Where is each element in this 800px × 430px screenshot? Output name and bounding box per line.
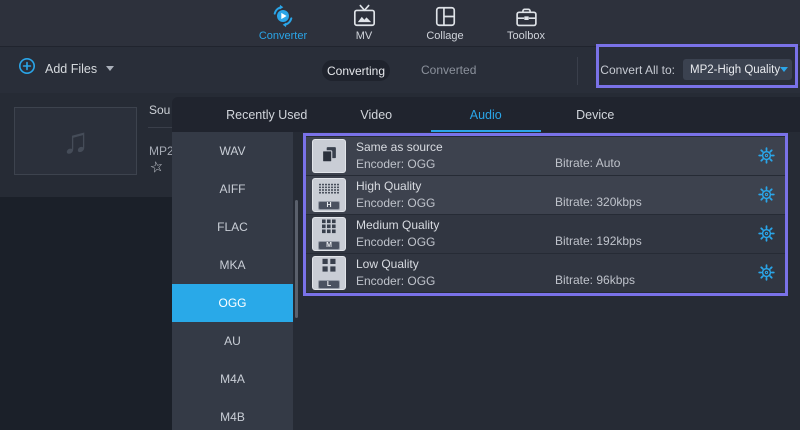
chevron-down-icon xyxy=(780,67,788,72)
tile-glyph xyxy=(318,143,340,170)
format-label: AIFF xyxy=(220,182,246,196)
format-label: MKA xyxy=(219,258,245,272)
convert-all-value: MP2-High Quality xyxy=(690,64,780,76)
collage-icon xyxy=(432,3,458,29)
format-wav[interactable]: WAV xyxy=(172,132,293,170)
top-nav-tabs: Converter MV Collage Toolbox xyxy=(256,3,553,42)
converter-icon xyxy=(270,3,296,29)
format-flac[interactable]: FLAC xyxy=(172,208,293,246)
format-label: OGG xyxy=(218,296,246,310)
quality-badge: L xyxy=(318,280,340,289)
preset-bitrate: Bitrate: Auto xyxy=(555,156,620,170)
sidebar-scrollbar[interactable] xyxy=(295,200,298,318)
settings-gear-icon[interactable] xyxy=(758,264,775,281)
preset-row-same-as-source[interactable]: Same as source Encoder: OGG Bitrate: Auto xyxy=(306,137,785,175)
settings-gear-icon[interactable] xyxy=(758,225,775,242)
preset-name: High Quality xyxy=(356,179,435,193)
preset-texts: Medium Quality Encoder: OGG xyxy=(356,218,439,249)
panel-tab-label: Device xyxy=(576,108,614,122)
nav-tab-label: Toolbox xyxy=(507,30,545,42)
preset-encoder: Encoder: OGG xyxy=(356,196,435,210)
format-panel-header: Recently Used Video Audio Device xyxy=(172,97,800,132)
quality-badge: M xyxy=(318,241,340,250)
preset-texts: High Quality Encoder: OGG xyxy=(356,179,435,210)
format-au[interactable]: AU xyxy=(172,322,293,360)
preset-texts: Same as source Encoder: OGG xyxy=(356,140,443,171)
tab-converted[interactable]: Converted xyxy=(421,63,476,77)
top-nav: Converter MV Collage Toolbox xyxy=(0,0,800,47)
nav-tab-mv[interactable]: MV xyxy=(337,3,391,42)
preset-encoder: Encoder: OGG xyxy=(356,274,435,288)
file-thumbnail[interactable]: ♫ xyxy=(14,107,137,175)
panel-tab-label: Video xyxy=(360,108,392,122)
preset-name: Low Quality xyxy=(356,257,435,271)
mv-icon xyxy=(351,3,377,29)
preset-texts: Low Quality Encoder: OGG xyxy=(356,257,435,288)
add-files-label: Add Files xyxy=(45,62,97,76)
quality-badge: H xyxy=(318,201,340,210)
nav-tab-label: Collage xyxy=(426,30,463,42)
format-label: M4A xyxy=(220,372,245,386)
panel-tab-label: Recently Used xyxy=(226,108,307,122)
format-label: AU xyxy=(224,334,241,348)
format-panel-tabs: Recently Used Video Audio Device xyxy=(212,97,650,132)
convert-all-group: Convert All to: MP2-High Quality xyxy=(600,59,792,80)
file-title: Sou xyxy=(149,103,170,117)
tab-device[interactable]: Device xyxy=(541,97,651,132)
tab-converting[interactable]: Converting xyxy=(322,60,390,81)
convert-all-label: Convert All to: xyxy=(600,63,675,77)
nav-tab-toolbox[interactable]: Toolbox xyxy=(499,3,553,42)
preset-bitrate: Bitrate: 192kbps xyxy=(555,234,642,248)
format-m4a[interactable]: M4A xyxy=(172,360,293,398)
nav-tab-collage[interactable]: Collage xyxy=(418,3,472,42)
convert-all-dropdown[interactable]: MP2-High Quality xyxy=(683,59,792,80)
converting-label: Converting xyxy=(327,64,385,78)
preset-list: Same as source Encoder: OGG Bitrate: Auto H… xyxy=(303,133,788,296)
nav-tab-label: Converter xyxy=(259,30,307,42)
pages-icon xyxy=(312,139,346,173)
add-files-button[interactable]: Add Files xyxy=(18,57,114,80)
grid-medium-icon: M xyxy=(312,217,346,251)
settings-gear-icon[interactable] xyxy=(758,186,775,203)
preset-row-medium-quality[interactable]: M Medium Quality Encoder: OGG Bitrate: 192k… xyxy=(306,215,785,253)
panel-tab-label: Audio xyxy=(470,108,502,122)
preset-encoder: Encoder: OGG xyxy=(356,157,443,171)
preset-encoder: Encoder: OGG xyxy=(356,235,439,249)
format-ogg[interactable]: OGG xyxy=(172,284,293,322)
add-plus-icon xyxy=(18,57,36,80)
preset-bitrate: Bitrate: 320kbps xyxy=(555,195,642,209)
format-label: WAV xyxy=(220,144,246,158)
toolbar: Add Files Converting Converted Convert A… xyxy=(0,47,800,93)
preset-row-high-quality[interactable]: H High Quality Encoder: OGG Bitrate: 320kbp… xyxy=(306,176,785,214)
tab-recently-used[interactable]: Recently Used xyxy=(212,97,322,132)
format-label: FLAC xyxy=(217,220,248,234)
preset-bitrate: Bitrate: 96kbps xyxy=(555,273,635,287)
format-mka[interactable]: MKA xyxy=(172,246,293,284)
grid-low-icon: L xyxy=(312,256,346,290)
preset-name: Medium Quality xyxy=(356,218,439,232)
settings-gear-icon[interactable] xyxy=(758,147,775,164)
music-note-icon: ♫ xyxy=(62,123,89,159)
nav-tab-converter[interactable]: Converter xyxy=(256,3,310,42)
format-sidebar: WAV AIFF FLAC MKA OGG AU M4A M4B xyxy=(172,132,293,430)
nav-tab-label: MV xyxy=(356,30,373,42)
app-window: Converter MV Collage Toolbox Add Files Conv… xyxy=(0,0,800,430)
chevron-down-icon xyxy=(106,66,114,71)
preset-row-low-quality[interactable]: L Low Quality Encoder: OGG Bitrate: 96kbps xyxy=(306,254,785,292)
tile-glyph xyxy=(321,258,337,278)
format-label: M4B xyxy=(220,410,245,424)
format-m4b[interactable]: M4B xyxy=(172,398,293,430)
toolbox-icon xyxy=(513,3,539,29)
preset-name: Same as source xyxy=(356,140,443,154)
tab-audio[interactable]: Audio xyxy=(431,97,541,132)
tile-glyph xyxy=(321,219,337,239)
grid-dense-icon: H xyxy=(312,178,346,212)
toolbar-divider xyxy=(577,57,578,85)
tile-glyph xyxy=(318,181,340,199)
tab-video[interactable]: Video xyxy=(322,97,432,132)
format-aiff[interactable]: AIFF xyxy=(172,170,293,208)
